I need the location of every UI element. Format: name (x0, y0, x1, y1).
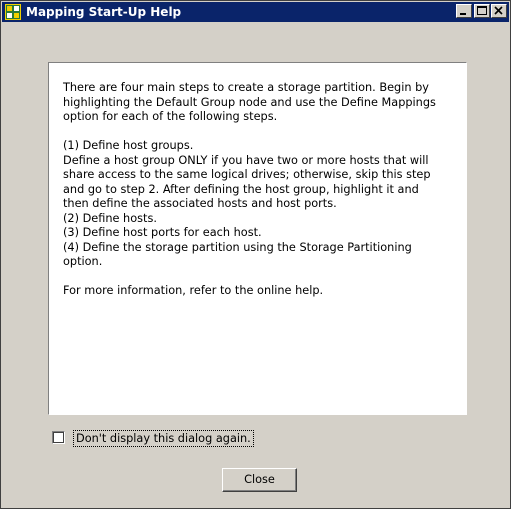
close-icon (492, 5, 506, 17)
step1-description: share access to the same logical drives;… (63, 168, 431, 181)
step1-description: Define a host group ONLY if you have two… (63, 153, 429, 167)
dont-display-checkbox[interactable] (52, 431, 65, 444)
step4-text: (4) Define the storage partition using t… (63, 240, 412, 254)
intro-line: option for each of the following steps. (63, 110, 278, 123)
close-window-button[interactable] (491, 4, 507, 18)
minimize-button[interactable] (456, 4, 472, 18)
help-text: There are four main steps to create a st… (63, 81, 458, 299)
minimize-icon (457, 5, 471, 17)
mapping-startup-help-dialog: Mapping Start-Up Help There are four mai… (0, 0, 511, 509)
dont-display-label[interactable]: Don't display this dialog again. (73, 430, 254, 447)
window-title: Mapping Start-Up Help (26, 5, 182, 19)
help-text-area[interactable]: There are four main steps to create a st… (48, 62, 467, 415)
more-info-text: For more information, refer to the onlin… (63, 284, 324, 297)
title-bar[interactable]: Mapping Start-Up Help (2, 2, 509, 22)
intro-line: highlighting the Default Group node and … (63, 95, 436, 109)
maximize-icon (475, 5, 489, 17)
step4-text: option. (63, 255, 103, 268)
close-button[interactable]: Close (222, 468, 297, 492)
maximize-button[interactable] (474, 4, 490, 18)
intro-line: There are four main steps to create a st… (63, 81, 429, 94)
step3-text: (3) Define host ports for each host. (63, 226, 262, 239)
step1-description: then define the associated hosts and hos… (63, 197, 337, 210)
mapping-icon (5, 4, 21, 20)
step1-title: (1) Define host groups. (63, 139, 194, 152)
step2-text: (2) Define hosts. (63, 211, 157, 225)
step1-description: and go to step 2. After defining the hos… (63, 182, 419, 196)
